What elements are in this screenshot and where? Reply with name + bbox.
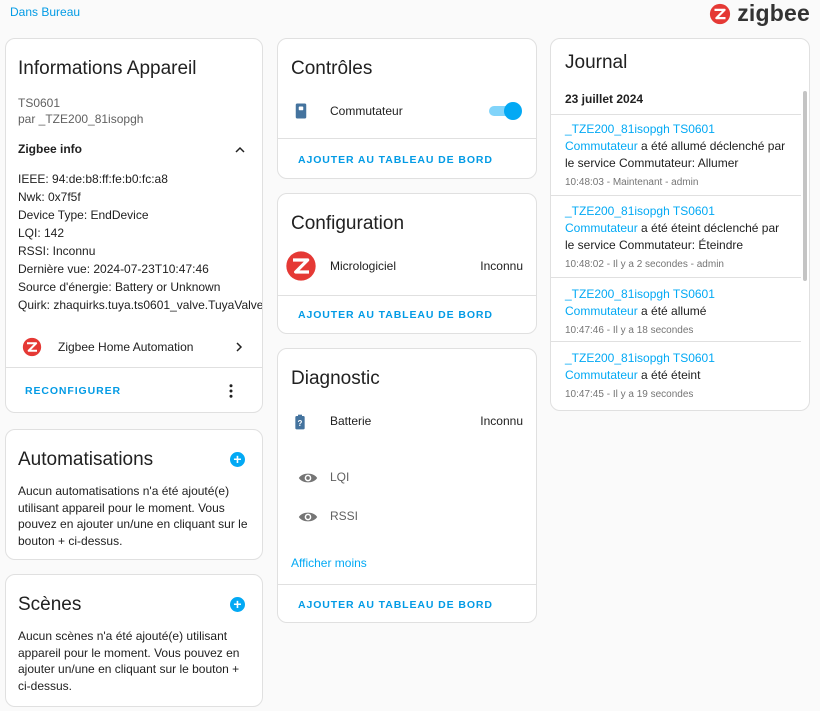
journal-entry-meta: 10:47:46 - Il y a 18 secondes	[565, 325, 694, 336]
journal-entry-text: a été éteint	[637, 368, 701, 382]
zigbee-info-label: Zigbee info	[18, 142, 82, 156]
controls-title: Contrôles	[291, 58, 373, 79]
add-scene-button[interactable]: +	[230, 597, 245, 612]
add-automation-button[interactable]: +	[230, 452, 245, 467]
rssi-value: RSSI: Inconnu	[18, 244, 96, 258]
eye-icon	[298, 512, 318, 522]
zigbee-logo-icon	[710, 3, 731, 24]
journal-entry: _TZE200_81isopgh TS0601 Commutateur a ét…	[565, 203, 790, 273]
journal-entry-text: a été allumé	[637, 304, 707, 318]
controls-add-dashboard-button[interactable]: AJOUTER AU TABLEAU DE BORD	[298, 154, 493, 166]
ieee-value: IEEE: 94:de:b8:ff:fe:b0:fc:a8	[18, 172, 168, 186]
switch-device-icon	[295, 103, 307, 119]
journal-scrollbar[interactable]	[803, 91, 807, 281]
journal-entry: _TZE200_81isopgh TS0601 Commutateur a ét…	[565, 350, 790, 403]
journal-entry-divider	[551, 341, 801, 342]
journal-entry-meta: 10:47:45 - Il y a 19 secondes	[565, 389, 694, 400]
zigbee-info-toggle[interactable]: Zigbee info	[6, 139, 262, 163]
battery-unknown-icon: ?	[295, 414, 305, 430]
chevron-right-icon	[236, 342, 243, 352]
diagnostic-divider	[278, 584, 536, 585]
power-source-value: Source d'énergie: Battery or Unknown	[18, 280, 221, 294]
journal-title: Journal	[565, 52, 628, 73]
device-manufacturer: par _TZE200_81isopgh	[18, 112, 144, 126]
scenes-empty-text: Aucun scènes n'a été ajouté(e) utilisant…	[18, 629, 240, 693]
journal-entry: _TZE200_81isopgh TS0601 Commutateur a ét…	[565, 286, 790, 339]
last-seen-value: Dernière vue: 2024-07-23T10:47:46	[18, 262, 209, 276]
journal-entry-meta: 10:48:03 - Maintenant - admin	[565, 177, 699, 188]
zigbee-info-details: IEEE: 94:de:b8:ff:fe:b0:fc:a8 Nwk: 0x7f5…	[18, 170, 263, 314]
reconfigure-button[interactable]: RECONFIGURER	[25, 385, 121, 397]
more-vert-icon[interactable]	[222, 382, 240, 400]
configuration-card: Configuration Micrologiciel Inconnu AJOU…	[277, 193, 537, 334]
controls-divider	[278, 138, 536, 139]
configuration-add-dashboard-button[interactable]: AJOUTER AU TABLEAU DE BORD	[298, 309, 493, 321]
device-info-card: Informations Appareil TS0601 par _TZE200…	[5, 38, 263, 413]
journal-date: 23 juillet 2024	[565, 92, 644, 106]
journal-entry-divider	[551, 277, 801, 278]
journal-card: Journal 23 juillet 2024 _TZE200_81isopgh…	[550, 38, 810, 411]
device-info-divider	[6, 367, 262, 368]
journal-entry: _TZE200_81isopgh TS0601 Commutateur a ét…	[565, 121, 790, 191]
battery-value: Inconnu	[480, 414, 523, 428]
journal-entry-meta: 10:48:02 - Il y a 2 secondes - admin	[565, 259, 724, 270]
automations-title: Automatisations	[18, 449, 154, 470]
automations-card: Automatisations + Aucun automatisations …	[5, 429, 263, 560]
diagnostic-lqi-label: LQI	[330, 470, 350, 484]
svg-text:?: ?	[298, 419, 303, 428]
firmware-value: Inconnu	[480, 259, 523, 273]
configuration-title: Configuration	[291, 213, 405, 234]
lqi-value: LQI: 142	[18, 226, 65, 240]
top-bar: Dans Bureau zigbee	[0, 0, 820, 36]
plus-icon: +	[233, 596, 242, 612]
chevron-up-icon	[235, 146, 245, 153]
scenes-title: Scènes	[18, 594, 82, 615]
plus-icon: +	[233, 451, 242, 467]
area-link[interactable]: Dans Bureau	[10, 5, 80, 19]
device-info-title: Informations Appareil	[18, 58, 197, 79]
zigbee-brand: zigbee	[709, 0, 810, 27]
show-less-link[interactable]: Afficher moins	[291, 556, 367, 570]
controls-card: Contrôles Commutateur AJOUTER AU TABLEAU…	[277, 38, 537, 179]
switch-label: Commutateur	[330, 104, 403, 118]
eye-icon	[298, 473, 318, 483]
zigbee-integration-icon	[22, 337, 42, 357]
nwk-value: Nwk: 0x7f5f	[18, 190, 81, 204]
device-type-value: Device Type: EndDevice	[18, 208, 149, 222]
integration-row[interactable]: Zigbee Home Automation	[6, 334, 262, 360]
scenes-card: Scènes + Aucun scènes n'a été ajouté(e) …	[5, 574, 263, 707]
integration-label: Zigbee Home Automation	[58, 340, 194, 354]
diagnostic-add-dashboard-button[interactable]: AJOUTER AU TABLEAU DE BORD	[298, 599, 493, 611]
configuration-divider	[278, 295, 536, 296]
zigbee-firmware-icon	[286, 251, 316, 281]
automations-empty-text: Aucun automatisations n'a été ajouté(e) …	[18, 484, 248, 548]
switch-toggle[interactable]	[489, 102, 522, 120]
diagnostic-title: Diagnostic	[291, 368, 380, 389]
firmware-label: Micrologiciel	[330, 259, 397, 273]
zigbee-brand-text: zigbee	[737, 0, 810, 26]
journal-entry-divider	[551, 195, 801, 196]
quirk-value: Quirk: zhaquirks.tuya.ts0601_valve.TuyaV…	[18, 298, 263, 312]
journal-date-divider	[551, 114, 801, 115]
diagnostic-rssi-label: RSSI	[330, 509, 359, 523]
battery-label: Batterie	[330, 414, 372, 428]
diagnostic-card: Diagnostic ? Batterie Inconnu LQI RSSI A…	[277, 348, 537, 623]
